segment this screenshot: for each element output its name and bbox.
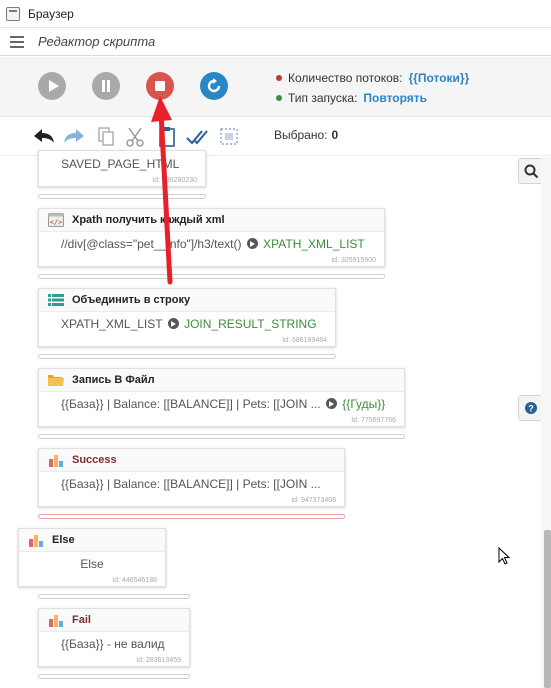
app-icon xyxy=(6,6,20,21)
editor-header: Редактор скрипта xyxy=(0,28,551,56)
mouse-cursor-icon xyxy=(498,547,511,565)
block-header: </> Xpath получить каждый xml xyxy=(39,209,384,232)
selected-count: 0 xyxy=(331,128,339,142)
editor-title: Редактор скрипта xyxy=(38,34,156,49)
action-block[interactable]: Объединить в строку XPATH_XML_LIST JOIN_… xyxy=(38,288,336,347)
run-toolbar: Количество потоков: {{Потоки}} Тип запус… xyxy=(0,57,551,117)
copy-icon xyxy=(98,127,114,146)
launch-type-value-link[interactable]: Повторять xyxy=(363,88,427,108)
status-dot xyxy=(276,75,282,81)
threads-label: Количество потоков: xyxy=(288,71,403,85)
block-header: Success xyxy=(39,449,344,472)
block-title: Fail xyxy=(72,614,91,626)
launch-type-label: Тип запуска: xyxy=(288,91,358,105)
chart-icon xyxy=(29,535,43,547)
block-output: JOIN_RESULT_STRING xyxy=(184,317,317,331)
block-connector[interactable] xyxy=(38,514,345,519)
block-id: Id: 283613459 xyxy=(136,657,181,664)
block-body: {{База}} | Balance: [[BALANCE]] | Pets: … xyxy=(61,477,321,491)
arrow-right-icon xyxy=(246,238,258,249)
select-all-button[interactable] xyxy=(186,126,210,148)
xpath-icon: </> xyxy=(48,213,64,227)
scrollbar-thumb[interactable] xyxy=(544,530,551,688)
selected-label: Выбрано: xyxy=(274,128,328,142)
restart-icon xyxy=(207,78,221,93)
copy-button[interactable] xyxy=(94,126,118,148)
action-block[interactable]: Запись В Файл {{База}} | Balance: [[BALA… xyxy=(38,368,405,427)
action-block[interactable]: </> Xpath получить каждый xml //div[@cla… xyxy=(38,208,385,267)
double-check-icon xyxy=(186,130,208,145)
block-title: Запись В Файл xyxy=(72,374,155,386)
select-area-button[interactable] xyxy=(218,126,242,148)
menu-icon[interactable] xyxy=(10,35,24,48)
undo-button[interactable] xyxy=(32,126,56,148)
redo-button[interactable] xyxy=(62,126,86,148)
block-connector[interactable] xyxy=(38,274,385,279)
paste-button[interactable] xyxy=(156,126,180,148)
block-connector[interactable] xyxy=(38,674,190,679)
block-id: Id: 325915600 xyxy=(331,257,376,264)
play-button[interactable] xyxy=(38,72,66,100)
block-body: XPATH_XML_LIST JOIN_RESULT_STRING xyxy=(39,312,335,331)
pause-button[interactable] xyxy=(92,72,120,100)
list-icon xyxy=(48,294,64,306)
arrow-right-icon xyxy=(325,398,337,409)
arrow-right-icon xyxy=(167,318,179,329)
selected-info: Выбрано: 0 xyxy=(274,128,338,142)
block-id: Id: 775697766 xyxy=(351,417,396,424)
block-connector[interactable] xyxy=(38,194,206,199)
block-header: Запись В Файл xyxy=(39,369,404,392)
block-header: Fail xyxy=(39,609,189,632)
block-id: Id: 736280230 xyxy=(152,177,197,184)
run-info: Количество потоков: {{Потоки}} Тип запус… xyxy=(276,68,469,108)
scissors-icon xyxy=(126,127,144,147)
threads-value-link[interactable]: {{Потоки}} xyxy=(409,68,470,88)
svg-text:?: ? xyxy=(528,404,534,414)
block-header: Объединить в строку xyxy=(39,289,335,312)
selection-box-icon xyxy=(220,128,238,145)
block-id: Id: 686189484 xyxy=(282,337,327,344)
block-body: //div[@class="pet__info"]/h3/text() XPAT… xyxy=(39,232,384,251)
window-titlebar: Браузер xyxy=(0,0,551,28)
folder-icon xyxy=(48,375,64,386)
block-body: {{База}} | Balance: [[BALANCE]] | Pets: … xyxy=(39,392,404,411)
block-title: Else xyxy=(52,534,75,546)
stop-button[interactable] xyxy=(146,72,174,100)
action-block[interactable]: Else Else Id: 446546188 xyxy=(18,528,166,587)
action-block[interactable]: SAVED_PAGE_HTML Id: 736280230 xyxy=(38,150,206,187)
block-header: Else xyxy=(19,529,165,552)
block-input: XPATH_XML_LIST xyxy=(61,317,163,331)
status-dot xyxy=(276,95,282,101)
block-id: Id: 947373408 xyxy=(291,497,336,504)
block-connector[interactable] xyxy=(38,354,336,359)
block-input: //div[@class="pet__info"]/h3/text() xyxy=(61,237,242,251)
action-block[interactable]: Fail {{База}} - не валид Id: 283613459 xyxy=(38,608,190,667)
block-body: SAVED_PAGE_HTML xyxy=(61,157,180,171)
action-block[interactable]: Success {{База}} | Balance: [[BALANCE]] … xyxy=(38,448,345,507)
chart-icon xyxy=(49,615,63,627)
block-output: {{Гуды}} xyxy=(342,397,386,411)
block-title: Success xyxy=(72,454,117,466)
block-connector[interactable] xyxy=(38,434,405,439)
block-output: XPATH_XML_LIST xyxy=(263,237,365,251)
undo-icon xyxy=(34,129,54,143)
block-id: Id: 446546188 xyxy=(112,577,157,584)
block-input: {{База}} | Balance: [[BALANCE]] | Pets: … xyxy=(61,397,321,411)
cut-button[interactable] xyxy=(124,126,148,148)
window-title: Браузер xyxy=(28,6,74,21)
block-body: {{База}} - не валид xyxy=(61,637,165,651)
block-body: Else xyxy=(80,557,104,571)
restart-button[interactable] xyxy=(200,72,228,100)
chart-icon xyxy=(49,455,63,467)
block-title: Xpath получить каждый xml xyxy=(72,214,225,226)
block-title: Объединить в строку xyxy=(72,294,191,306)
paste-icon xyxy=(159,127,175,147)
redo-icon xyxy=(64,129,84,143)
svg-text:</>: </> xyxy=(50,219,63,227)
block-connector[interactable] xyxy=(38,594,190,599)
